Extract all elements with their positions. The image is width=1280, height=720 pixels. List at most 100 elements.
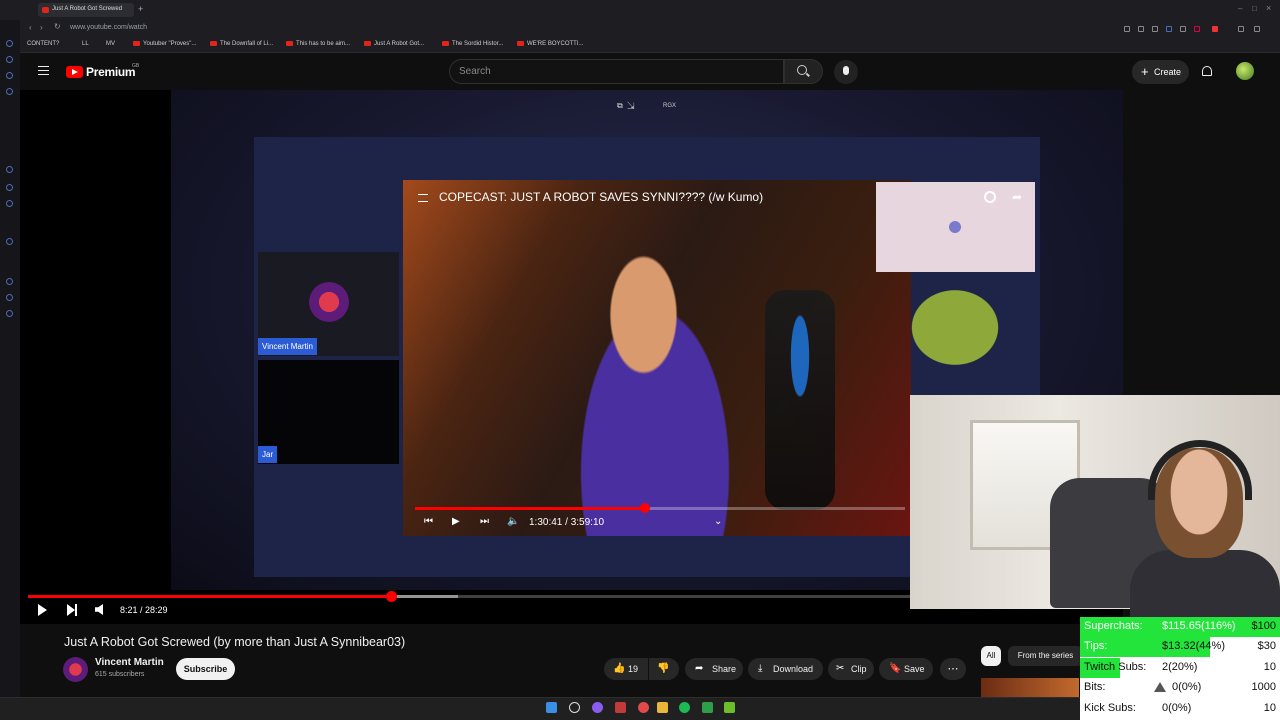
record-icon[interactable] — [1212, 26, 1218, 32]
more-actions-icon[interactable]: ⋯ — [940, 658, 966, 680]
sidebar-icon[interactable] — [6, 40, 13, 47]
bookmark-item[interactable]: The Downfall of Li... — [210, 41, 273, 47]
sidebar-icon[interactable] — [6, 88, 13, 95]
taskbar-app-icon[interactable] — [638, 702, 649, 713]
voice-search-icon[interactable] — [834, 60, 858, 84]
plus-icon: + — [1141, 64, 1149, 79]
suggested-video-thumbnail[interactable] — [981, 678, 1079, 698]
sidebar-icon[interactable] — [6, 294, 13, 301]
bookmark-item[interactable]: This has to be aim... — [286, 41, 350, 47]
extension-icon[interactable] — [1152, 26, 1158, 32]
bookmark-item[interactable]: CONTENT? — [27, 41, 59, 47]
sidebar-icon[interactable] — [6, 56, 13, 63]
goal-row-tips: Tips: $13.32(44%) $30 — [1080, 637, 1280, 657]
youtube-favicon-icon — [517, 41, 524, 46]
bookmark-item[interactable]: WE'RE BOYCOTTI... — [517, 41, 583, 47]
thumbs-up-icon: 👍 — [613, 663, 626, 674]
like-button[interactable]: 👍 19 — [604, 658, 648, 680]
browser-tab-strip — [0, 0, 1280, 20]
sidebar-icon[interactable] — [6, 238, 13, 245]
account-avatar[interactable] — [1236, 62, 1254, 80]
next-icon[interactable] — [67, 604, 77, 616]
new-tab-icon[interactable]: + — [138, 4, 143, 14]
heart-icon[interactable] — [1194, 26, 1200, 32]
clip-button[interactable]: ✂ Clip — [828, 658, 874, 680]
scissors-icon: ✂ — [836, 663, 845, 674]
guest-name-tag: Jar — [258, 446, 278, 463]
close-icon[interactable]: × — [1266, 3, 1271, 13]
start-menu-icon[interactable] — [546, 702, 557, 713]
bookmark-item[interactable]: LL — [82, 41, 89, 47]
bits-icon — [1154, 682, 1166, 692]
search-icon[interactable] — [797, 65, 807, 75]
progress-fill — [28, 595, 390, 598]
youtube-favicon-icon — [286, 41, 293, 46]
save-button[interactable]: 🔖 Save — [879, 658, 933, 680]
goal-row-kick-subs: Kick Subs: 0(0%) 10 — [1084, 702, 1276, 714]
youtube-logo-icon[interactable] — [66, 66, 83, 78]
hamburger-menu-icon[interactable] — [38, 66, 49, 75]
subscribe-button[interactable]: Subscribe — [176, 658, 235, 680]
subscriber-count: 615 subscribers — [95, 671, 145, 678]
stream-goals-panel: Superchats: $115.65(116%) $100 Tips: $13… — [1080, 617, 1280, 720]
sidebar-icon[interactable] — [6, 200, 13, 207]
plush-toy — [900, 280, 1010, 375]
stream-tool-icons: ⧉ ⇲ — [617, 101, 635, 110]
browser-sidebar — [0, 20, 20, 700]
download-icon[interactable] — [1238, 26, 1244, 32]
sidebar-icon[interactable] — [6, 310, 13, 317]
bookmark-item[interactable]: MV — [106, 41, 115, 47]
microphone — [765, 290, 835, 510]
taskbar-app-icon[interactable] — [724, 702, 735, 713]
embedded-next-icon: ⏭ — [480, 516, 489, 527]
streamer-body — [1130, 550, 1280, 620]
youtube-favicon-icon — [133, 41, 140, 46]
search-input[interactable]: Search — [449, 59, 784, 84]
chip-from-series[interactable]: From the series — [1008, 646, 1083, 666]
bookmark-item[interactable]: The Sordid Histor... — [442, 41, 503, 47]
sidebar-icon[interactable] — [6, 72, 13, 79]
share-button[interactable]: ➦ Share — [685, 658, 743, 680]
maximize-icon[interactable]: □ — [1252, 4, 1257, 13]
forward-icon[interactable]: › — [40, 23, 43, 32]
brand-label[interactable]: Premium — [86, 65, 136, 79]
zoom-icon[interactable] — [1124, 26, 1130, 32]
embedded-volume-icon: 🔈 — [507, 516, 520, 527]
xbox-icon[interactable] — [702, 702, 713, 713]
extension-icon[interactable] — [1138, 26, 1144, 32]
playlist-icon — [418, 194, 428, 202]
channel-name[interactable]: Vincent Martin — [95, 657, 164, 668]
time-display: 8:21 / 28:29 — [120, 605, 168, 615]
sidebar-icon[interactable] — [6, 278, 13, 285]
create-button[interactable]: + Create — [1132, 60, 1189, 84]
video-title: Just A Robot Got Screwed (by more than J… — [64, 635, 406, 649]
reload-icon[interactable]: ↻ — [54, 22, 61, 31]
back-icon[interactable]: ‹ — [29, 23, 32, 32]
shield-icon[interactable] — [1166, 26, 1172, 32]
taskbar-app-icon[interactable] — [592, 702, 603, 713]
dislike-button[interactable]: 👎 — [649, 658, 679, 680]
play-ext-icon[interactable] — [1180, 26, 1186, 32]
download-button[interactable]: ⤓ Download — [748, 658, 823, 680]
bookmark-item[interactable]: Youtuber "Proves"... — [133, 41, 196, 47]
spotify-icon[interactable] — [679, 702, 690, 713]
notifications-bell-icon[interactable] — [1202, 66, 1212, 76]
sidebar-icon[interactable] — [6, 166, 13, 173]
channel-avatar[interactable] — [63, 657, 88, 682]
sidebar-icon[interactable] — [6, 184, 13, 191]
minimize-icon[interactable]: – — [1238, 4, 1242, 13]
browser-tab[interactable]: Just A Robot Got Screwed — [38, 3, 134, 17]
taskbar-browser-icon[interactable] — [615, 702, 626, 713]
bookmark-item[interactable]: Just A Robot Got... — [364, 41, 424, 47]
progress-scrubber[interactable] — [386, 591, 397, 602]
menu-icon[interactable] — [1254, 26, 1260, 32]
play-icon[interactable] — [38, 604, 47, 616]
guest-name-tag: Vincent Martin — [258, 338, 317, 355]
taskbar-search-icon[interactable] — [569, 702, 580, 713]
file-explorer-icon[interactable] — [657, 702, 668, 713]
goal-row-bits: Bits: 0(0%) 1000 — [1084, 681, 1276, 693]
url-text[interactable]: www.youtube.com/watch — [70, 24, 147, 31]
guest-avatar — [309, 282, 349, 322]
stream-label: RGX — [663, 103, 677, 109]
chip-all[interactable]: All — [981, 646, 1001, 666]
